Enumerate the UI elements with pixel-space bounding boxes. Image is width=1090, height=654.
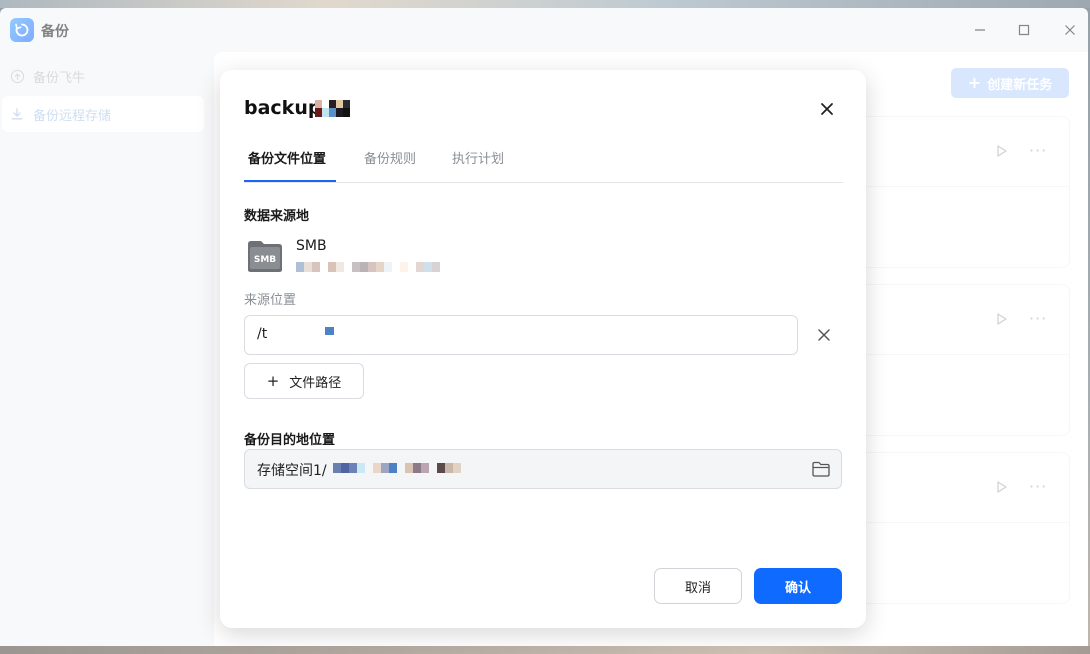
redacted-name (315, 100, 350, 108)
dialog-tabs: 备份文件位置 备份规则 执行计划 (244, 144, 843, 183)
add-file-path-button[interactable]: + 文件路径 (244, 363, 364, 399)
source-type: SMB (296, 238, 327, 254)
active-tab-indicator (244, 180, 336, 182)
add-file-path-label: 文件路径 (289, 375, 342, 391)
redacted-path (325, 327, 334, 335)
smb-icon-text: SMB (254, 255, 276, 265)
tab-schedule[interactable]: 执行计划 (452, 148, 504, 167)
tab-backup-location[interactable]: 备份文件位置 (248, 148, 326, 167)
dialog-close-icon[interactable] (817, 99, 837, 119)
source-location-label: 来源位置 (244, 293, 297, 308)
confirm-button[interactable]: 确认 (754, 568, 842, 604)
tab-backup-rules[interactable]: 备份规则 (364, 148, 416, 167)
backup-task-dialog: backup 备份文件位置 备份规则 执行计划 数据来源地 SMB SMB 来源… (220, 70, 866, 628)
cancel-button[interactable]: 取消 (654, 568, 742, 604)
destination-section-label: 备份目的地位置 (244, 433, 336, 448)
source-section-label: 数据来源地 (244, 209, 310, 224)
plus-icon: + (266, 371, 280, 390)
smb-server-icon: SMB (248, 241, 282, 272)
redacted-destination (333, 463, 461, 473)
redacted-name (315, 108, 350, 117)
destination-path-field[interactable]: 存储空间1/ (244, 449, 842, 489)
redacted-source-address (296, 262, 440, 273)
destination-path-value: 存储空间1/ (257, 463, 327, 479)
source-path-value: /t (257, 326, 268, 342)
folder-icon[interactable] (811, 460, 831, 478)
dialog-title: backup (244, 97, 322, 119)
source-path-input[interactable]: /t (244, 315, 798, 355)
remove-path-icon[interactable] (813, 324, 835, 346)
